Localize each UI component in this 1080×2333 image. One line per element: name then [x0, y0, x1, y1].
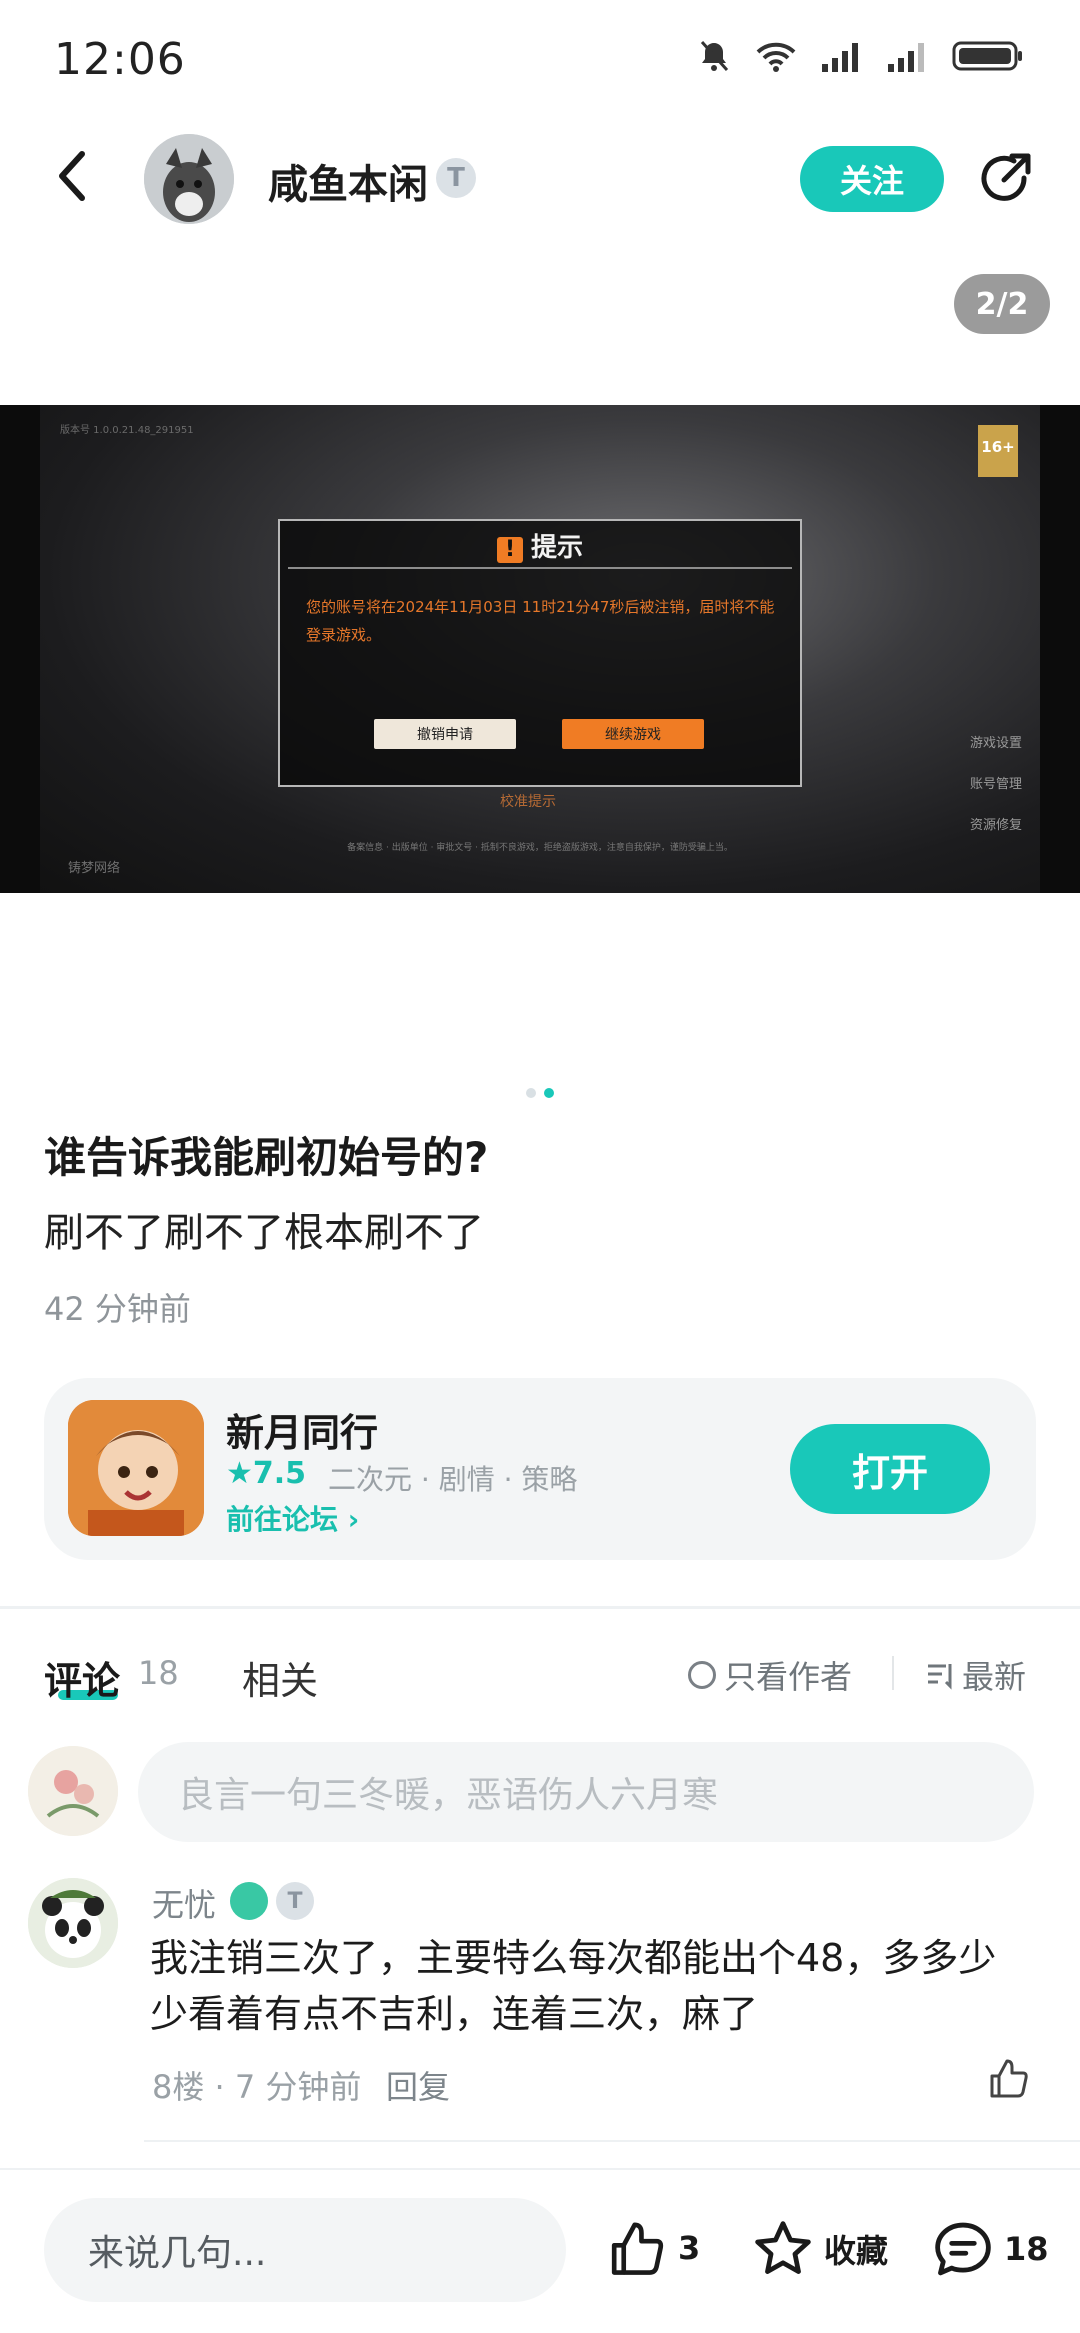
post-body: 刷不了刷不了根本刷不了: [44, 1210, 484, 1256]
share-icon[interactable]: [976, 148, 1036, 208]
game-icon[interactable]: [68, 1400, 204, 1536]
battery-icon: [952, 41, 1022, 71]
comment-bubble-icon: [935, 2222, 991, 2276]
dialog-continue-button: 继续游戏: [562, 719, 704, 749]
post-time: 42 分钟前: [44, 1290, 191, 1328]
comment-reply-button[interactable]: 回复: [386, 2062, 450, 2108]
verify-text: 校准提示: [500, 794, 556, 810]
radio-circle-icon: [688, 1661, 716, 1689]
signal-icon-2: [888, 43, 924, 72]
comments-count: 18: [1004, 2230, 1049, 2268]
my-avatar: [28, 1746, 118, 1836]
favorite-button[interactable]: 收藏: [752, 2218, 888, 2280]
panda-avatar-icon: [28, 1878, 118, 1968]
wifi-icon: [756, 42, 796, 72]
star-icon: [755, 2221, 811, 2274]
like-button[interactable]: 3: [606, 2218, 700, 2278]
comment-text: 我注销三次了，主要特么每次都能出个48，多多少少看着有点不吉利，连着三次，麻了: [150, 1936, 997, 2036]
commenter-name[interactable]: 无忧: [152, 1880, 216, 1926]
age-rating-badge: 16+: [978, 425, 1018, 477]
side-menu-item: 账号管理: [969, 777, 1022, 792]
signal-icon: [822, 43, 858, 72]
commenter-avatar[interactable]: [28, 1878, 118, 1968]
comment-meta: 8楼 · 7 分钟前: [152, 2068, 362, 2106]
comment-divider: [144, 2140, 1080, 2142]
dialog-divider: [288, 567, 792, 569]
sort-icon: [928, 1664, 952, 1690]
dog-avatar-icon: [144, 134, 234, 224]
only-author-label: 只看作者: [724, 1658, 853, 1696]
post-title: 谁告诉我能刷初始号的?: [44, 1133, 489, 1182]
thumbs-up-icon: [611, 2222, 664, 2275]
commenter-badge-icon: [230, 1882, 268, 1920]
post-image[interactable]: 版本号 1.0.0.21.48_291951 16+ ! 提示 您的账号将在202…: [0, 405, 1080, 893]
level-badge: T: [436, 158, 476, 198]
game-forum-link[interactable]: 前往论坛 ›: [226, 1498, 359, 1538]
dialog-message: 您的账号将在2024年11月03日 11时21分47秒后被注销，届时将不能登录游…: [306, 598, 775, 644]
only-author-toggle[interactable]: 只看作者: [688, 1652, 852, 1698]
carousel-dot: [526, 1088, 536, 1098]
like-count: 3: [678, 2229, 701, 2267]
dialog-title: ! 提示: [280, 527, 800, 564]
warning-icon: !: [496, 537, 523, 563]
sort-label: 最新: [962, 1658, 1027, 1696]
favorite-label: 收藏: [824, 2232, 889, 2270]
game-dialog: ! 提示 您的账号将在2024年11月03日 11时21分47秒后被注销，届时将不…: [278, 519, 802, 787]
game-side-menu: 游戏设置 账号管理 资源修复: [970, 723, 1022, 846]
tab-separator: [892, 1656, 894, 1690]
status-time: 12:06: [54, 34, 186, 85]
game-logo-text: 铸梦网络: [68, 861, 121, 876]
game-name: 新月同行: [226, 1411, 379, 1455]
back-arrow-icon[interactable]: [52, 148, 92, 204]
flower-avatar-icon: [28, 1746, 118, 1836]
game-rating: ★7.5: [226, 1456, 307, 1491]
status-icons: [696, 38, 1024, 74]
comments-button[interactable]: 18: [932, 2218, 1049, 2280]
commenter-level-badge: T: [276, 1882, 314, 1920]
sort-toggle[interactable]: 最新: [926, 1652, 1026, 1698]
side-menu-item: 游戏设置: [969, 736, 1022, 751]
game-legal-text: 备案信息 · 出版单位 · 审批文号 · 抵制不良游戏，拒绝盗版游戏，注意自我保…: [347, 843, 733, 853]
follow-button[interactable]: 关注: [800, 146, 944, 212]
version-text: 版本号 1.0.0.21.48_291951: [60, 425, 194, 436]
bottom-comment-input[interactable]: 来说几句...: [44, 2198, 566, 2302]
open-game-button[interactable]: 打开: [790, 1424, 990, 1514]
dialog-cancel-button: 撤销申请: [374, 719, 516, 749]
gallery-page-indicator: 2/2: [954, 274, 1050, 334]
tab-comments-count: 18: [138, 1654, 179, 1692]
game-character-icon: [68, 1400, 204, 1536]
carousel-dot-active: [544, 1088, 554, 1098]
author-name[interactable]: 咸鱼本闲: [268, 152, 428, 210]
mute-bell-icon: [700, 41, 729, 71]
comment-input[interactable]: 良言一句三冬暖，恶语伤人六月寒: [138, 1742, 1034, 1842]
carousel-dots: [526, 1088, 554, 1098]
tab-related[interactable]: 相关: [242, 1650, 318, 1705]
game-tags: 二次元 · 剧情 · 策略: [328, 1463, 578, 1496]
comment-like-icon[interactable]: [986, 2056, 1030, 2100]
side-menu-item: 资源修复: [969, 818, 1022, 833]
author-avatar[interactable]: [144, 134, 234, 224]
tab-comments[interactable]: 评论: [44, 1650, 120, 1705]
section-divider: [0, 1606, 1080, 1609]
